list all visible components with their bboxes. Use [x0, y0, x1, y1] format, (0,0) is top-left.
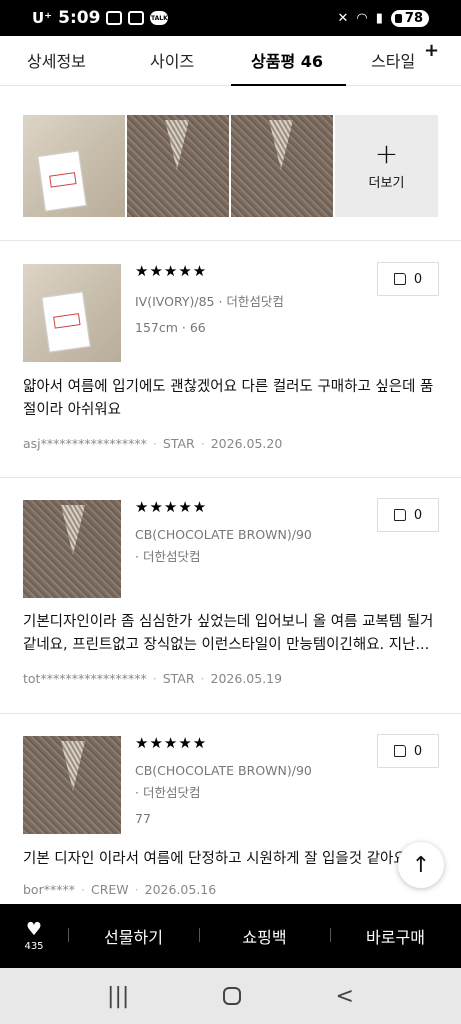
- like-count: 0: [413, 271, 423, 287]
- review-text[interactable]: 기본 디자인 이라서 여름에 단정하고 시원하게 잘 입을것 같아요: [23, 848, 415, 871]
- review-option: CB(CHOCOLATE BROWN)/90: [135, 527, 312, 542]
- recent-apps-icon[interactable]: |||: [107, 984, 129, 1009]
- review-thumbnail[interactable]: [23, 264, 121, 362]
- review-photo[interactable]: [127, 115, 229, 217]
- plus-icon: +: [374, 136, 399, 170]
- home-icon[interactable]: [223, 987, 242, 1005]
- wishlist-button[interactable]: ♥ 435: [0, 918, 68, 952]
- reviewer-grade: STAR: [162, 671, 195, 686]
- tab-reviews[interactable]: 상품평 46: [251, 48, 323, 72]
- review-thumbnail[interactable]: [23, 736, 121, 834]
- status-bar: U⁺ 5:09 TALK ✕ ◠ ▮ 78: [0, 0, 461, 36]
- more-photos-button[interactable]: + 더보기: [335, 115, 438, 217]
- review-meta: asj***************** · STAR · 2026.05.20: [23, 436, 283, 451]
- gift-button[interactable]: 선물하기: [68, 924, 199, 948]
- battery-indicator: 78: [390, 9, 429, 27]
- reviewer-body-info: 77: [135, 811, 151, 826]
- buy-now-button[interactable]: 바로구매: [330, 924, 461, 948]
- thumbs-up-icon: [393, 273, 406, 285]
- thumbs-up-icon: [393, 745, 406, 757]
- like-count: 0: [413, 507, 423, 523]
- active-tab-indicator: [231, 84, 346, 86]
- divider: [0, 713, 461, 714]
- wishlist-count: 435: [24, 940, 44, 952]
- divider: [0, 240, 461, 241]
- reviewer-body-info: 157cm · 66: [135, 320, 206, 335]
- star-rating: ★★★★★: [135, 262, 208, 280]
- reviewer-grade: STAR: [162, 436, 195, 451]
- bottom-action-bar: ♥ 435 선물하기 쇼핑백 바로구매: [0, 904, 461, 968]
- review-option-source: · 더한섬닷컴: [135, 549, 201, 564]
- review-meta: tot***************** · STAR · 2026.05.19: [23, 671, 283, 686]
- review-thumbnail[interactable]: [23, 500, 121, 598]
- review-date: 2026.05.20: [210, 436, 283, 451]
- reviewer-id: asj*****************: [23, 436, 147, 451]
- review-date: 2026.05.16: [144, 882, 217, 897]
- tab-style[interactable]: 스타일: [371, 48, 415, 72]
- review-option: CB(CHOCOLATE BROWN)/90: [135, 763, 312, 778]
- wifi-icon: ◠: [356, 10, 368, 26]
- arrow-up-icon: ↑: [411, 852, 431, 878]
- like-button[interactable]: 0: [377, 734, 439, 768]
- signal-icon: ▮: [375, 10, 383, 26]
- product-tabs: 상세정보 사이즈 상품평 46 스타일 +: [0, 36, 461, 86]
- review-meta: bor***** · CREW · 2026.05.16: [23, 882, 217, 897]
- gallery-icon: [128, 11, 145, 25]
- heart-icon: ♥: [25, 918, 43, 940]
- talk-icon: TALK: [150, 11, 169, 25]
- scroll-to-top-button[interactable]: ↑: [398, 842, 444, 888]
- like-button[interactable]: 0: [377, 498, 439, 532]
- review-date: 2026.05.19: [210, 671, 283, 686]
- review-text[interactable]: 기본디자인이라 좀 심심한가 싶었는데 입어보니 올 여름 교복템 될거 같네요…: [23, 611, 441, 657]
- star-rating: ★★★★★: [135, 498, 208, 516]
- star-rating: ★★★★★: [135, 734, 208, 752]
- like-button[interactable]: 0: [377, 262, 439, 296]
- plus-icon: +: [424, 40, 440, 61]
- thumbs-up-icon: [393, 509, 406, 521]
- like-count: 0: [413, 743, 423, 759]
- more-label: 더보기: [368, 175, 405, 191]
- carrier-label: U⁺: [32, 9, 53, 27]
- system-nav-bar: ||| <: [0, 968, 461, 1024]
- review-text[interactable]: 얇아서 여름에 입기에도 괜찮겠어요 다른 컬러도 구매하고 싶은데 품절이라 …: [23, 376, 441, 422]
- shopping-bag-button[interactable]: 쇼핑백: [199, 924, 330, 948]
- divider: [0, 477, 461, 478]
- review-photo-strip: + 더보기: [23, 115, 438, 217]
- tab-details[interactable]: 상세정보: [27, 48, 86, 72]
- review-option: IV(IVORY)/85 · 더한섬닷컴: [135, 294, 284, 309]
- tab-size[interactable]: 사이즈: [150, 48, 194, 72]
- review-photo[interactable]: [231, 115, 333, 217]
- mute-icon: ✕: [337, 10, 349, 26]
- review-photo[interactable]: [23, 115, 125, 217]
- screenshot-icon: [106, 11, 123, 25]
- reviewer-grade: CREW: [90, 882, 129, 897]
- back-icon[interactable]: <: [335, 984, 353, 1009]
- clock: 5:09: [58, 8, 101, 28]
- reviewer-id: bor*****: [23, 882, 75, 897]
- review-option-source: · 더한섬닷컴: [135, 785, 201, 800]
- reviewer-id: tot*****************: [23, 671, 147, 686]
